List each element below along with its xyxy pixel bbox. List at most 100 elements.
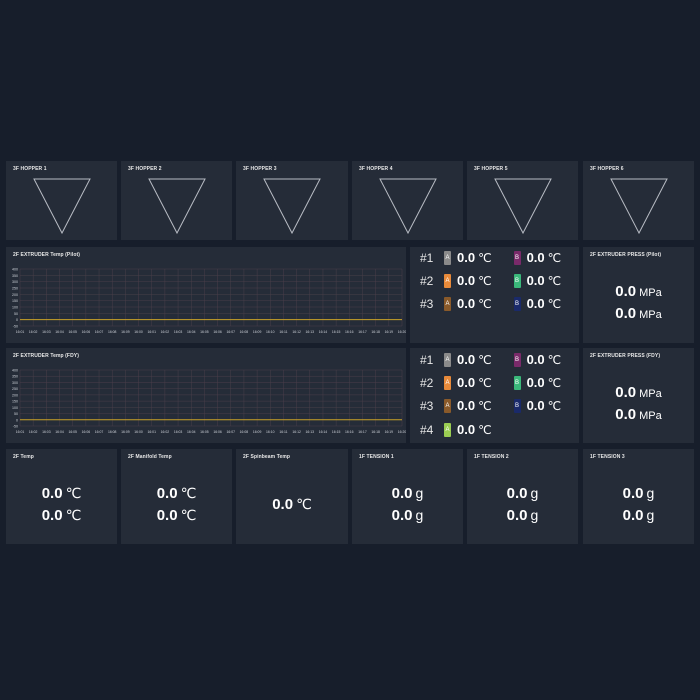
x-tick-label: 16:02 [29,330,38,334]
legend-row: #3 A 0.0 ℃ B 0.0 ℃ [420,398,561,413]
x-tick-label: 16:09 [253,330,262,334]
panel-title: 1F TENSION 3 [590,454,625,460]
hopper-title: 3F HOPPER 5 [474,166,508,172]
unit: ℃ [180,507,197,523]
x-tick-label: 16:00 [134,330,143,334]
x-tick-label: 16:16 [345,330,354,334]
extruder-press-fdy-panel: 2F EXTRUDER PRESS (FDY) 0.0 MPa 0.0 MPa [583,348,694,443]
x-tick-label: 16:17 [358,330,367,334]
press-value: 0.0 [615,305,637,322]
panel-title: 2F Manifold Temp [128,454,172,460]
legend-tag: B [513,296,521,311]
x-tick-label: 16:14 [319,430,328,434]
x-tick-label: 16:18 [371,430,380,434]
legend-value: 0.0 [526,250,545,265]
legend-unit: ℃ [478,296,492,311]
x-tick-label: 16:03 [42,330,51,334]
x-tick-label: 16:06 [82,430,91,434]
x-tick-label: 16:02 [161,430,170,434]
x-tick-label: 16:07 [227,430,236,434]
x-tick-label: 16:16 [345,430,354,434]
legend-value: 0.0 [457,352,476,367]
x-tick-label: 16:01 [147,430,156,434]
press-value: 0.0 [615,384,637,401]
y-tick-label: 100 [12,306,18,310]
x-tick-label: 16:04 [55,430,64,434]
y-tick-label: 150 [12,400,18,404]
x-tick-label: 16:10 [266,330,275,334]
y-tick-label: 250 [12,387,18,391]
unit: ℃ [296,496,312,512]
legend-row: #2 A 0.0 ℃ B 0.0 ℃ [420,375,561,390]
x-tick-label: 16:10 [266,430,275,434]
y-tick-label: 50 [14,412,18,416]
legend-value: 0.0 [457,250,476,265]
extruder-press-pilot-panel: 2F EXTRUDER PRESS (Pilot) 0.0 MPa 0.0 MPa [583,247,694,343]
tension-3-panel: 1F TENSION 3 0.0 g 0.0 g [583,449,694,544]
panel-title: 2F Spinbeam Temp [243,454,291,460]
value-row: 0.0 ℃ [121,485,232,502]
legend-tag: B [513,352,521,367]
hopper-triangle-icon [609,178,668,235]
legend-tag: A [444,352,451,367]
value-row: 0.0 ℃ [6,507,117,524]
panel-title: 2F EXTRUDER PRESS (FDY) [590,353,661,359]
hopper-panel-4: 3F HOPPER 4 [352,161,463,240]
chart-title: 2F EXTRUDER Temp (FDY) [13,353,79,359]
value: 0.0 [156,485,178,502]
hopper-panel-3: 3F HOPPER 3 [236,161,348,240]
x-tick-label: 16:08 [108,330,117,334]
press-value-row: 0.0 MPa [583,283,694,300]
y-tick-label: 0 [16,418,18,422]
value-row: 0.0 g [467,485,578,502]
y-tick-label: 400 [12,369,18,373]
legend-pilot-panel: #1 A 0.0 ℃ B 0.0 ℃ #2 A 0.0 ℃ B 0.0 ℃ #3… [410,247,579,343]
legend-value: 0.0 [457,422,476,437]
x-tick-label: 16:05 [200,330,209,334]
legend-value: 0.0 [457,375,476,390]
hopper-title: 3F HOPPER 6 [590,166,624,172]
press-value-row: 0.0 MPa [583,406,694,423]
unit: g [530,507,539,523]
unit: g [530,485,539,501]
x-tick-label: 16:17 [358,430,367,434]
unit: ℃ [65,485,82,501]
legend-value: 0.0 [526,375,545,390]
legend-index: #1 [420,352,434,367]
legend-index: #2 [420,273,434,288]
hopper-title: 3F HOPPER 3 [243,166,277,172]
legend-tag: B [513,398,521,413]
value: 0.0 [272,496,294,513]
x-tick-label: 16:14 [319,330,328,334]
panel-title: 1F TENSION 1 [359,454,394,460]
x-tick-label: 16:00 [134,430,143,434]
x-tick-label: 16:02 [161,330,170,334]
y-tick-label: 0 [16,318,18,322]
legend-tag: B [513,250,521,265]
value: 0.0 [506,507,528,524]
legend-tag: B [513,273,521,288]
legend-row: #1 A 0.0 ℃ B 0.0 ℃ [420,250,561,265]
legend-unit: ℃ [547,273,562,288]
y-tick-label: 400 [12,268,18,272]
legend-fdy-panel: #1 A 0.0 ℃ B 0.0 ℃ #2 A 0.0 ℃ B 0.0 ℃ #3… [410,348,579,443]
x-tick-label: 16:01 [147,330,156,334]
panel-title: 2F Temp [13,454,34,460]
unit: g [646,507,655,523]
y-tick-label: 100 [12,406,18,410]
legend-unit: ℃ [478,398,492,413]
legend-index: #4 [420,422,434,437]
x-tick-label: 16:09 [121,430,130,434]
legend-tag: A [444,296,451,311]
y-tick-label: -50 [13,325,18,329]
press-unit: MPa [639,309,662,321]
y-tick-label: 200 [12,393,18,397]
x-tick-label: 16:13 [306,330,315,334]
tension-2-panel: 1F TENSION 2 0.0 g 0.0 g [467,449,578,544]
unit: g [415,485,424,501]
chart-title: 2F EXTRUDER Temp (Pilot) [13,252,81,258]
x-tick-label: 16:04 [187,330,196,334]
legend-index: #2 [420,375,434,390]
x-tick-label: 16:20 [398,330,406,334]
hopper-triangle-icon [493,178,552,235]
